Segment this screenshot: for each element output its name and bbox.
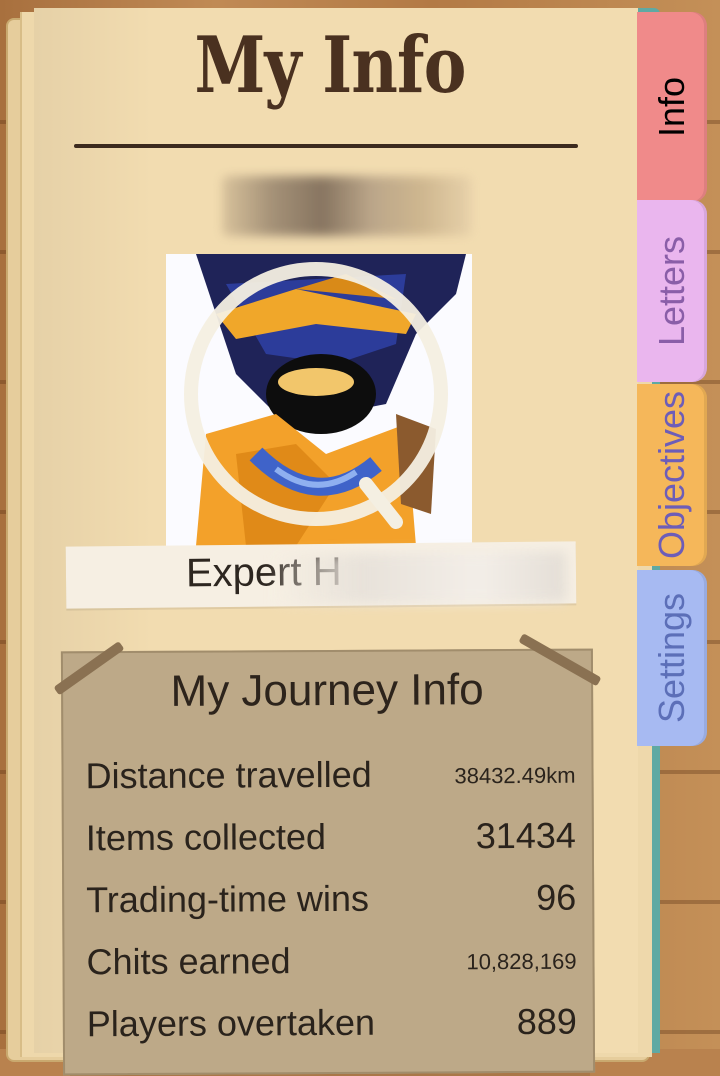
tab-label: Letters	[651, 235, 692, 347]
stat-row-chits: Chits earned 10,828,169	[86, 939, 576, 994]
rank-title-ribbon: Expert H	[65, 541, 577, 609]
stat-label: Items collected	[85, 816, 327, 859]
tab-label: Info	[651, 76, 692, 138]
stat-value: 31434	[475, 814, 576, 857]
journey-heading: My Journey Info	[170, 665, 484, 716]
stat-value: 38432.49km	[454, 762, 576, 789]
stat-row-trading-wins: Trading-time wins 96	[86, 877, 576, 932]
stat-label: Players overtaken	[86, 1001, 376, 1045]
stat-value: 96	[536, 876, 577, 918]
stat-label: Trading-time wins	[86, 877, 370, 921]
tab-label: Objectives	[651, 390, 692, 560]
tab-label: Settings	[651, 592, 692, 724]
player-avatar	[166, 254, 472, 546]
username-redacted	[222, 176, 472, 236]
journey-info-card: My Journey Info Distance travelled 38432…	[53, 633, 602, 1076]
page-title: My Info	[194, 20, 466, 111]
avatar-image	[166, 254, 472, 546]
stat-row-items: Items collected 31434	[86, 815, 576, 870]
stat-row-overtaken: Players overtaken 889	[87, 1001, 577, 1056]
rank-title-redacted	[275, 551, 567, 605]
stat-value: 889	[516, 1000, 577, 1043]
title-divider	[74, 144, 578, 148]
tab-letters[interactable]: Letters	[637, 200, 707, 382]
tab-objectives[interactable]: Objectives	[637, 384, 707, 566]
stat-label: Chits earned	[86, 940, 291, 983]
stat-value: 10,828,169	[466, 948, 577, 975]
stat-row-distance: Distance travelled 38432.49km	[85, 753, 575, 808]
tab-settings[interactable]: Settings	[637, 570, 707, 746]
stat-label: Distance travelled	[85, 753, 372, 797]
tab-info[interactable]: Info	[637, 12, 707, 202]
